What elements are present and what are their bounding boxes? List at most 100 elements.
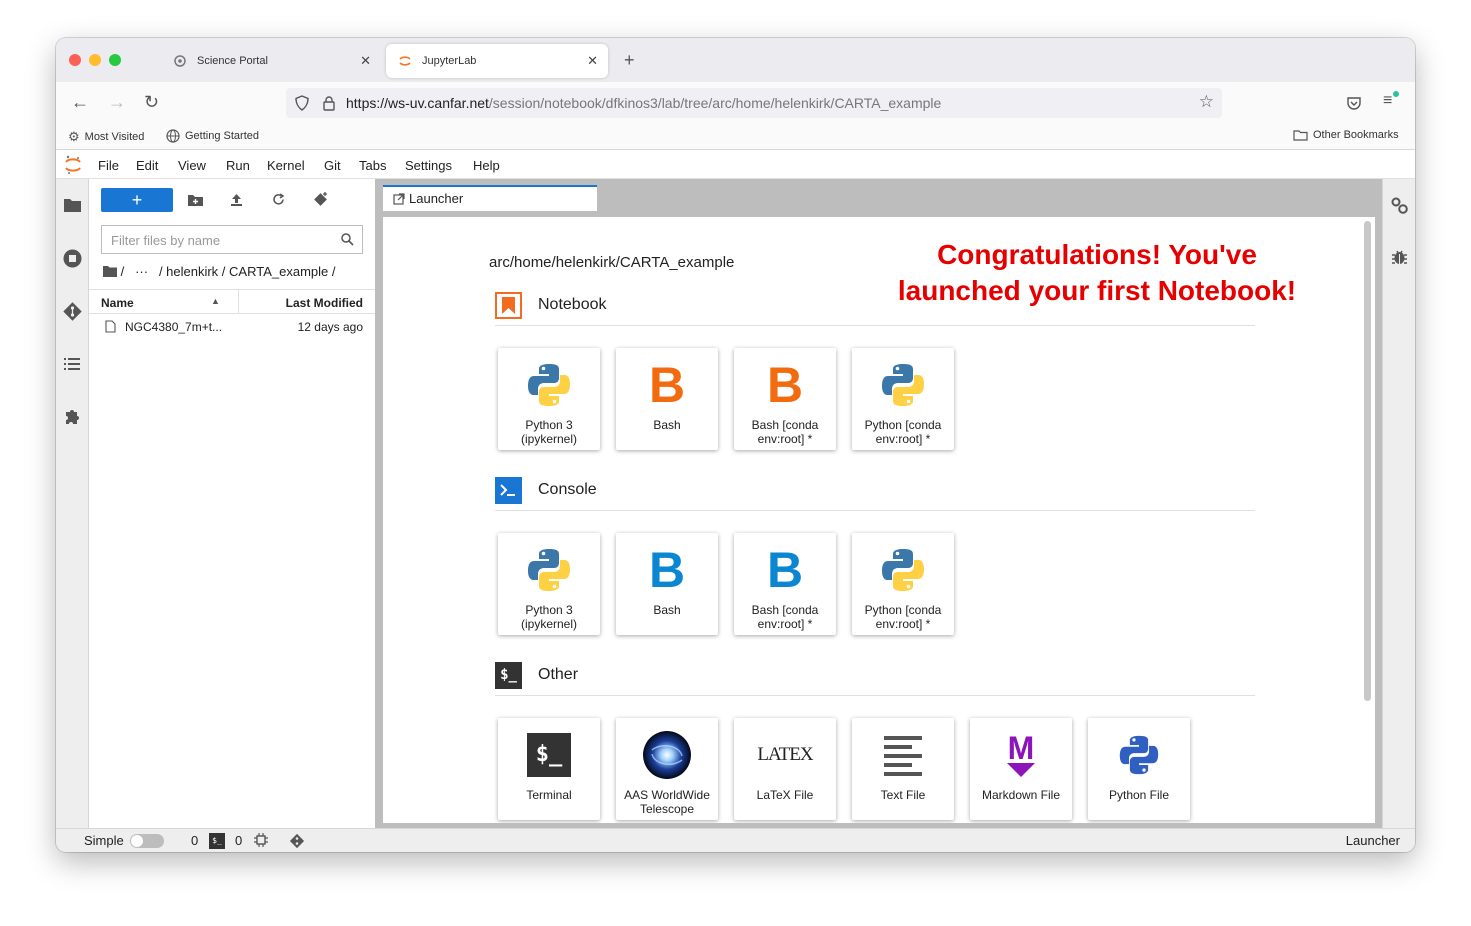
launcher-panel: arc/home/helenkirk/CARTA_example Congrat… [383,217,1375,823]
launcher-card-notebook-bash[interactable]: B Bash [616,348,718,450]
launcher-card-markdown[interactable]: M Markdown File [970,718,1072,820]
kernel-chip-icon[interactable] [254,833,268,847]
column-name-header[interactable]: Name [101,296,134,310]
python-icon [882,549,924,591]
launcher-card-notebook-python-conda[interactable]: Python [conda env:root] * [852,348,954,450]
menu-settings[interactable]: Settings [405,158,452,173]
pocket-icon[interactable] [1346,95,1362,111]
file-name: NGC4380_7m+t... [125,320,223,334]
launcher-card-console-python-conda[interactable]: Python [conda env:root] * [852,533,954,635]
browser-tab-jupyterlab[interactable]: JupyterLab ✕ [386,44,608,78]
other-bookmarks[interactable]: Other Bookmarks [1293,129,1399,141]
close-window-button[interactable] [69,54,81,66]
terminal-icon[interactable]: $_ [209,833,225,849]
browser-window: Science Portal ✕ JupyterLab ✕ + ← → ↻ ht… [56,38,1415,852]
markdown-arrow-icon [1007,763,1035,777]
menu-edit[interactable]: Edit [136,158,158,173]
menu-file[interactable]: File [98,158,119,173]
search-icon [341,233,354,246]
launcher-card-latex[interactable]: LATEX LaTeX File [734,718,836,820]
minimize-window-button[interactable] [89,54,101,66]
launcher-tab-icon [393,193,405,205]
status-current-activity: Launcher [1345,833,1400,848]
card-label: AAS WorldWide Telescope [624,788,710,816]
launcher-card-worldwide-telescope[interactable]: AAS WorldWide Telescope [616,718,718,820]
launcher-card-terminal[interactable]: $_ Terminal [498,718,600,820]
file-row[interactable]: NGC4380_7m+t... 12 days ago [89,316,375,338]
zoom-window-button[interactable] [109,54,121,66]
table-of-contents-icon[interactable] [64,357,80,371]
git-icon[interactable] [62,301,83,322]
terminal-count: 0 [191,833,199,848]
launcher-card-python-file[interactable]: Python File [1088,718,1190,820]
menu-run[interactable]: Run [226,158,250,173]
breadcrumb-root[interactable]: / [121,264,125,279]
git-clone-icon[interactable] [313,192,328,207]
app-menu-icon[interactable]: ≡ [1383,92,1392,110]
new-launcher-button[interactable]: + [101,188,173,212]
launcher-card-notebook-bash-conda[interactable]: B Bash [conda env:root] * [734,348,836,450]
menu-tabs[interactable]: Tabs [359,158,386,173]
card-label: Bash [653,418,681,432]
python-icon [882,364,924,406]
tab-launcher[interactable]: Launcher [383,185,597,211]
card-label: Text File [880,788,926,802]
launcher-card-notebook-python3[interactable]: Python 3 (ipykernel) [498,348,600,450]
new-folder-icon[interactable] [188,194,203,206]
sort-ascending-icon[interactable]: ▲ [211,296,220,306]
python-icon [528,364,570,406]
folder-icon[interactable] [103,266,117,277]
column-divider [238,290,239,314]
shield-icon[interactable] [294,95,310,111]
simple-mode-toggle[interactable] [130,834,164,848]
bookmark-most-visited[interactable]: ⚙ Most Visited [68,129,144,145]
property-inspector-icon[interactable] [1390,196,1409,215]
panel-splitter[interactable] [375,179,383,828]
breadcrumb-path[interactable]: / helenkirk / CARTA_example / [159,264,336,279]
gear-icon: ⚙ [68,129,80,144]
jupyter-logo-icon [65,155,81,174]
bash-icon: B [766,357,804,413]
launcher-card-console-python3[interactable]: Python 3 (ipykernel) [498,533,600,635]
extensions-icon[interactable] [64,408,81,425]
file-icon [105,320,116,333]
breadcrumb-ellipsis[interactable]: ··· [135,264,148,279]
section-title: Notebook [538,296,607,313]
launcher-card-console-bash-conda[interactable]: B Bash [conda env:root] * [734,533,836,635]
section-title: Console [538,481,597,498]
menu-help[interactable]: Help [473,158,500,173]
reload-icon[interactable]: ↻ [144,92,159,113]
forward-icon[interactable]: → [108,92,126,113]
menu-kernel[interactable]: Kernel [267,158,305,173]
column-modified-header[interactable]: Last Modified [286,296,363,310]
python-file-icon [1119,735,1159,775]
browser-tab-science-portal[interactable]: Science Portal ✕ [161,44,381,78]
bookmark-star-icon[interactable]: ☆ [1199,92,1214,112]
bookmark-getting-started[interactable]: Getting Started [166,129,259,143]
back-icon[interactable]: ← [71,92,89,113]
running-kernels-icon[interactable] [63,249,82,268]
upload-icon[interactable] [230,193,243,206]
tab-label: Science Portal [197,55,268,67]
close-tab-icon[interactable]: ✕ [360,53,371,69]
tab-label: JupyterLab [422,55,477,67]
status-bar: Simple 0 $_ 0 Launcher [56,828,1415,852]
refresh-icon[interactable] [272,193,285,206]
launcher-card-text-file[interactable]: Text File [852,718,954,820]
scrollbar[interactable] [1364,221,1371,701]
section-console: Console [495,475,1255,511]
card-label: Bash [conda env:root] * [751,418,819,446]
close-tab-icon[interactable]: ✕ [587,53,598,69]
debugger-bug-icon[interactable] [1392,249,1407,265]
folder-icon[interactable] [64,198,81,212]
url-bar[interactable]: https://ws-uv.canfar.net/session/noteboo… [286,88,1222,118]
launcher-card-console-bash[interactable]: B Bash [616,533,718,635]
navigation-bar: ← → ↻ https://ws-uv.canfar.net/session/n… [56,82,1415,124]
new-tab-icon[interactable]: + [624,50,635,71]
menu-git[interactable]: Git [324,158,341,173]
menu-view[interactable]: View [178,158,206,173]
filter-files-input[interactable]: Filter files by name [101,225,363,254]
lock-icon[interactable] [322,95,336,111]
git-status-icon[interactable] [288,832,306,850]
update-badge [1393,91,1399,97]
